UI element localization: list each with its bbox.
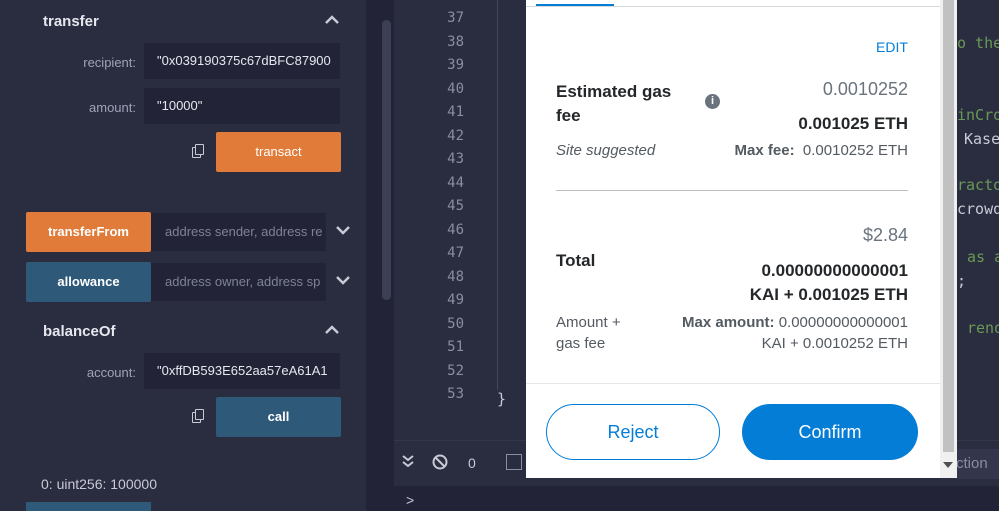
dialog-scrollbar-thumb[interactable] (943, 0, 954, 452)
code-fragment: crowd (957, 200, 999, 218)
line-number: 38 (447, 33, 464, 50)
partial-button[interactable] (26, 502, 151, 511)
code-fragment: rend (967, 319, 999, 337)
balanceof-result: 0: uint256: 100000 (41, 476, 157, 492)
line-number: 48 (447, 268, 464, 285)
copy-icon[interactable] (192, 144, 204, 158)
total-value-line1: 0.00000000000001 (761, 261, 908, 280)
confirm-button[interactable]: Confirm (742, 404, 918, 460)
max-amount-value-line2: KAI + 0.0010252 ETH (761, 335, 908, 352)
amount-input[interactable]: "10000" (143, 87, 341, 125)
amount-gas-label-line1: Amount + (556, 314, 621, 331)
line-number: 49 (447, 292, 464, 308)
max-fee-label: Max fee: (734, 142, 795, 159)
site-suggested-label: Site suggested (556, 142, 656, 159)
line-number: 42 (447, 127, 464, 144)
divider (556, 190, 908, 191)
recipient-label: recipient: (83, 55, 136, 70)
line-number: 43 (447, 151, 464, 167)
chevron-down-icon[interactable] (336, 224, 350, 238)
edit-link[interactable]: EDIT (876, 39, 908, 55)
gas-value-eth: 0.001025 ETH (798, 114, 908, 133)
transfer-title: transfer (43, 13, 99, 30)
clear-console-icon[interactable] (432, 454, 448, 475)
max-amount-value-line1: 0.00000000000001 (778, 314, 908, 331)
line-number: 52 (447, 362, 464, 379)
code-fragment: ; (957, 272, 967, 290)
metamask-confirm-dialog: EDIT Estimated gas fee i 0.0010252 0.001… (526, 0, 940, 478)
total-label: Total (556, 251, 596, 270)
search-transactions-input[interactable]: ction (956, 449, 999, 479)
max-amount-label: Max amount: (682, 314, 775, 331)
closing-brace: } (497, 390, 507, 408)
account-label: account: (86, 365, 136, 380)
gas-value-fiat: 0.0010252 (822, 79, 908, 99)
indent-guide (497, 0, 498, 390)
listen-checkbox[interactable] (506, 454, 522, 470)
terminal-prompt: > (406, 492, 415, 508)
balanceof-title: balanceOf (43, 323, 116, 340)
call-button[interactable]: call (216, 397, 341, 437)
line-number: 47 (447, 245, 464, 261)
code-fragment: Kase (964, 130, 999, 148)
amount-gas-label: Amount + gas fee (556, 312, 621, 354)
estimated-gas-title: Estimated gas fee (556, 82, 672, 125)
line-number: 50 (447, 315, 464, 332)
allowance-input[interactable]: address owner, address sp (151, 263, 326, 301)
line-number: 46 (447, 221, 464, 238)
recipient-input[interactable]: "0x039190375c67dBFC87900 (143, 42, 341, 80)
total-value: 0.00000000000001 KAI + 0.001025 ETH (750, 259, 908, 307)
line-number: 39 (447, 57, 464, 73)
transferfrom-input[interactable]: address sender, address re (151, 213, 326, 251)
code-fragment: o the (957, 34, 999, 52)
max-fee: Max fee: 0.0010252 ETH (735, 142, 908, 159)
pending-tx-count: 0 (468, 455, 476, 471)
line-number: 53 (447, 386, 464, 402)
chevron-up-icon[interactable] (325, 323, 341, 335)
total-value-line2: KAI + 0.001025 ETH (749, 285, 908, 304)
total-usd: $2.84 (862, 225, 908, 245)
allowance-button[interactable]: allowance (26, 262, 151, 302)
reject-button[interactable]: Reject (546, 404, 720, 460)
line-number: 37 (447, 10, 464, 26)
max-amount: Max amount: 0.00000000000001 KAI + 0.001… (682, 312, 908, 354)
amount-gas-label-line2: gas fee (556, 335, 606, 352)
transact-button[interactable]: transact (216, 132, 341, 172)
scroll-down-arrow-icon[interactable] (943, 462, 953, 468)
line-number: 40 (447, 80, 464, 97)
line-number: 44 (447, 174, 464, 191)
deploy-run-panel: transfer recipient: "0x039190375c67dBFC8… (0, 0, 366, 511)
line-number: 45 (447, 198, 464, 214)
collapse-terminal-icon[interactable] (402, 454, 414, 473)
account-input[interactable]: "0xffDB593E652aa57eA61A1 (143, 352, 341, 390)
code-fragment: inCro (957, 106, 999, 124)
code-fragment: as a (967, 248, 999, 266)
panel-scrollbar-thumb[interactable] (382, 20, 391, 300)
chevron-down-icon[interactable] (336, 274, 350, 288)
transferfrom-button[interactable]: transferFrom (26, 212, 151, 252)
line-number: 41 (447, 104, 464, 120)
line-number: 51 (447, 339, 464, 355)
amount-label: amount: (89, 100, 136, 115)
copy-icon[interactable] (192, 409, 204, 423)
info-icon[interactable]: i (705, 94, 720, 109)
max-fee-value: 0.0010252 ETH (802, 142, 908, 159)
chevron-up-icon[interactable] (325, 13, 341, 25)
terminal[interactable]: > (394, 486, 999, 511)
code-fragment: racto (957, 176, 999, 194)
